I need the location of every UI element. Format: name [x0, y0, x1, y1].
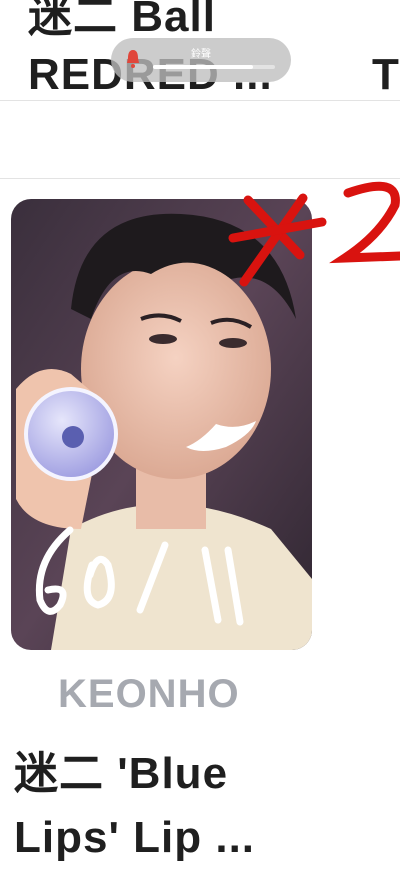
ringer-label: 鈴聲: [191, 49, 211, 60]
ringer-volume-fill: [153, 65, 254, 69]
numeral-two: [329, 181, 400, 264]
ringer-volume-hud: 鈴聲: [111, 38, 291, 82]
divider: [0, 100, 400, 101]
photocard-image[interactable]: [11, 199, 312, 650]
neighbor-product-title[interactable]: T: [372, 46, 399, 104]
member-name: KEONHO: [58, 672, 240, 716]
divider: [0, 178, 400, 179]
product-title[interactable]: 迷二 'Blue Lips' Lip ...: [14, 742, 344, 870]
ringer-volume-bar: [153, 65, 275, 69]
